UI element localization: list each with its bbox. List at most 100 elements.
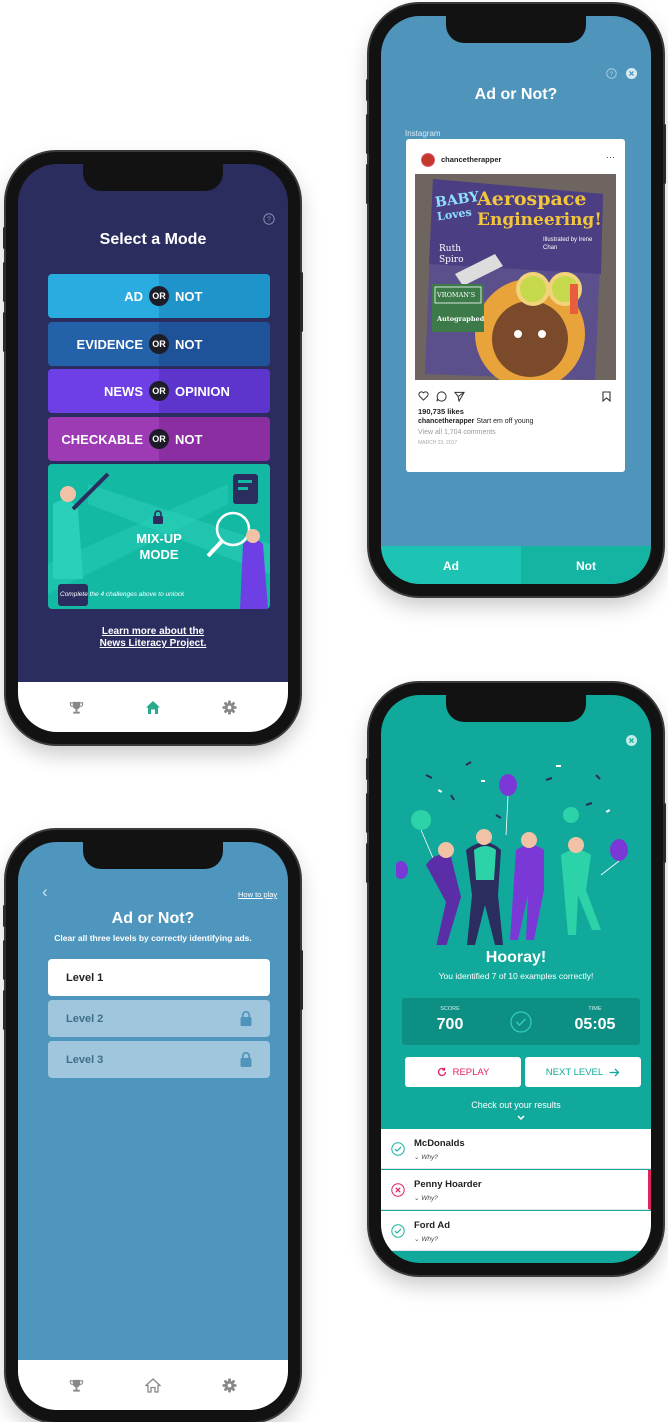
notch <box>83 842 223 869</box>
back-icon[interactable]: ‹ <box>42 882 48 902</box>
svg-text:?: ? <box>267 217 271 224</box>
help-icon[interactable]: ? <box>606 68 617 79</box>
not-button-label: Not <box>576 559 596 573</box>
share-icon[interactable] <box>454 391 465 402</box>
bookmark-icon[interactable] <box>602 391 611 402</box>
result-row-penny-hoarder[interactable]: Penny Hoarder ⌄ Why? <box>381 1170 651 1210</box>
celebration-illustration <box>396 761 628 945</box>
notch <box>446 695 586 722</box>
or-badge: OR <box>149 286 169 306</box>
mode-left-label: AD <box>124 288 143 304</box>
comment-icon[interactable] <box>436 391 447 402</box>
likes-count: 190,735 likes <box>418 407 464 416</box>
ad-button[interactable]: Ad <box>381 546 521 584</box>
gear-icon[interactable] <box>222 1377 237 1393</box>
instagram-post: chancetherapper ··· BABY Loves Aerospace… <box>406 139 625 472</box>
result-name: Ford Ad <box>414 1220 451 1231</box>
book-illustrator: Illustrated by Irene Chan <box>543 237 593 251</box>
post-image: BABY Loves Aerospace Engineering! Ruth S… <box>415 174 616 380</box>
notch <box>446 16 586 43</box>
book-title: Aerospace <box>477 188 587 210</box>
mode-right-label: NOT <box>175 288 203 304</box>
why-label: Why? <box>421 1195 438 1202</box>
level-label: Level 2 <box>66 1012 104 1025</box>
results-screen: Hooray! You identified 7 of 10 examples … <box>381 695 651 1263</box>
link-line: News Literacy Project. <box>99 638 207 649</box>
ad-or-not-screen: ? Ad or Not? Instagram chancetherapper ·… <box>381 16 651 584</box>
notch <box>83 164 223 191</box>
result-row-mcdonalds[interactable]: McDonalds ⌄ Why? <box>381 1129 651 1169</box>
score-label: SCORE <box>440 1006 460 1012</box>
replay-button[interactable]: REPLAY <box>405 1057 521 1087</box>
select-mode-screen: ? Select a Mode AD OR NOT EVIDENCE OR NOT NE… <box>18 164 288 732</box>
close-icon[interactable] <box>626 735 637 746</box>
gear-icon[interactable] <box>222 699 237 715</box>
replay-label: REPLAY <box>452 1066 490 1078</box>
help-icon[interactable]: ? <box>263 213 275 225</box>
page-title: Ad or Not? <box>474 86 558 103</box>
caption-text: Start em off young <box>474 418 534 425</box>
check-circle-icon <box>391 1224 405 1238</box>
trophy-icon[interactable] <box>69 1378 84 1393</box>
bottom-nav <box>18 682 288 732</box>
caption-user: chancetherapper <box>418 418 475 425</box>
next-level-button[interactable]: NEXT LEVEL <box>525 1057 641 1087</box>
next-level-label: NEXT LEVEL <box>545 1066 604 1078</box>
lock-icon <box>153 510 163 524</box>
chevron-down-icon[interactable] <box>517 1115 525 1121</box>
level-3-item[interactable]: Level 3 <box>48 1041 270 1078</box>
page-title: Select a Mode <box>99 231 207 248</box>
avatar <box>421 153 435 167</box>
or-badge: OR <box>149 429 169 449</box>
phone-level-select: ‹ How to play Ad or Not? Clear all three… <box>3 830 303 1422</box>
result-title: Hooray! <box>485 949 547 966</box>
home-icon[interactable] <box>144 1377 161 1393</box>
heart-icon[interactable] <box>418 391 429 401</box>
lock-icon <box>240 1052 252 1067</box>
learn-more-link[interactable]: Learn more about the News Literacy Proje… <box>18 626 288 650</box>
mixup-title-line2: MODE <box>139 547 179 562</box>
check-circle-icon <box>510 1011 532 1033</box>
mode-left-label: NEWS <box>104 383 143 399</box>
mode-left-label: EVIDENCE <box>76 336 143 352</box>
home-icon[interactable] <box>145 700 161 715</box>
mode-evidence-or-not[interactable]: EVIDENCE OR NOT <box>48 322 270 366</box>
not-button[interactable]: Not <box>521 546 651 584</box>
mode-left-label: CHECKABLE <box>61 431 143 447</box>
autograph-sticker: Autographed <box>437 315 485 323</box>
mode-ad-or-not[interactable]: AD OR NOT <box>48 274 270 318</box>
why-label: Why? <box>421 1154 438 1161</box>
time-value: 05:05 <box>574 1016 616 1033</box>
view-comments-link[interactable]: View all 1,704 comments <box>418 429 496 436</box>
book-author: Ruth <box>439 244 461 254</box>
replay-icon <box>437 1067 446 1077</box>
score-panel: SCORE 700 TIME 05:05 <box>402 998 640 1045</box>
result-why[interactable]: ⌄ Why? <box>414 1194 438 1202</box>
level-1-item[interactable]: Level 1 <box>48 959 270 996</box>
x-circle-icon <box>391 1183 405 1197</box>
post-date: MARCH 23, 2017 <box>418 440 458 446</box>
result-row-ford-ad[interactable]: Ford Ad ⌄ Why? <box>381 1211 651 1251</box>
level-select-screen: ‹ How to play Ad or Not? Clear all three… <box>18 842 288 1410</box>
level-2-item[interactable]: Level 2 <box>48 1000 270 1037</box>
or-badge: OR <box>149 334 169 354</box>
how-to-play-link[interactable]: How to play <box>238 890 277 899</box>
trophy-icon[interactable] <box>69 700 84 715</box>
arrow-right-icon <box>609 1068 620 1076</box>
mode-checkable-or-not[interactable]: CHECKABLE OR NOT <box>48 417 270 461</box>
link-line: Learn more about the <box>101 626 205 637</box>
mixup-mode-card[interactable]: MIX-UP MODE Complete the 4 challenges ab… <box>48 464 270 609</box>
mixup-title: MIX-UP <box>136 531 182 546</box>
close-icon[interactable] <box>626 68 637 79</box>
time-label: TIME <box>588 1006 602 1012</box>
or-badge: OR <box>149 381 169 401</box>
result-name: Penny Hoarder <box>414 1179 482 1190</box>
result-why[interactable]: ⌄ Why? <box>414 1153 438 1161</box>
result-why[interactable]: ⌄ Why? <box>414 1235 438 1243</box>
caption: chancetherapper Start em off young <box>418 418 533 425</box>
mode-right-label: OPINION <box>175 383 230 399</box>
post-menu-icon[interactable]: ··· <box>606 152 615 162</box>
store-sticker: VROMAN'S <box>437 291 476 299</box>
mode-news-or-opinion[interactable]: NEWS OR OPINION <box>48 369 270 413</box>
phone-select-mode: ? Select a Mode AD OR NOT EVIDENCE OR NOT NE… <box>3 152 303 744</box>
